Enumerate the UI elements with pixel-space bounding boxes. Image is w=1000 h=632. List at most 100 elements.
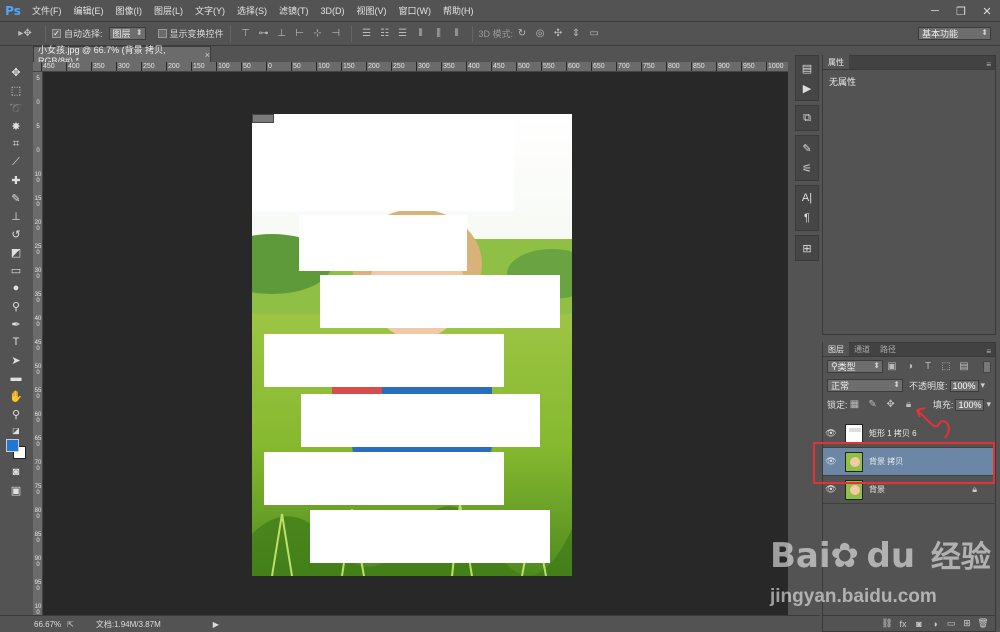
default-colors-icon[interactable]: ◪ — [5, 423, 27, 437]
lasso-tool-icon[interactable]: ➰ — [5, 99, 27, 117]
rotate-3d-icon[interactable]: ↻ — [516, 28, 528, 40]
crop-tool-icon[interactable]: ⌗ — [5, 135, 27, 153]
hand-tool-icon[interactable]: ✋ — [5, 387, 27, 405]
show-transform-checkbox[interactable] — [157, 29, 167, 38]
lock-position-icon[interactable]: ✥ — [885, 399, 897, 411]
dodge-tool-icon[interactable]: ⚲ — [5, 297, 27, 315]
slide-3d-icon[interactable]: ⇕ — [570, 28, 582, 40]
foreground-color-swatch[interactable] — [6, 439, 19, 452]
delete-layer-icon[interactable]: 🗑︎ — [975, 618, 991, 629]
move-tool-preset-icon[interactable]: ▸✥ — [14, 28, 36, 40]
screen-mode-icon[interactable]: ▣ — [5, 481, 27, 499]
chevron-down-icon[interactable]: ▾ — [986, 399, 991, 410]
lock-transparent-icon[interactable]: ▦ — [849, 399, 861, 411]
filter-adjustment-icon[interactable]: ◑ — [904, 361, 916, 373]
align-bottom-icon[interactable]: ⊥ — [276, 28, 288, 40]
zoom-tool-icon[interactable]: ⚲ — [5, 405, 27, 423]
menu-type[interactable]: 文字(Y) — [189, 4, 231, 17]
paragraph-panel-icon[interactable]: ¶ — [796, 208, 818, 228]
status-menu-arrow-icon[interactable]: ▶ — [213, 620, 219, 629]
zoom-level[interactable]: 66.67% — [34, 620, 61, 629]
menu-edit[interactable]: 编辑(E) — [68, 4, 110, 17]
move-tool-icon[interactable]: ✥ — [5, 63, 27, 81]
clone-source-panel-icon[interactable]: ⊞ — [796, 238, 818, 258]
adjustment-layer-icon[interactable]: ◑ — [927, 619, 943, 629]
align-left-icon[interactable]: ⊢ — [294, 28, 306, 40]
filter-kind-dropdown[interactable]: ⚲ 类型 — [827, 360, 883, 373]
tab-properties[interactable]: 属性 — [823, 55, 849, 69]
auto-select-option[interactable]: ✓ 自动选择: — [52, 27, 103, 40]
export-icon[interactable]: ⇱ — [67, 620, 74, 629]
pen-tool-icon[interactable]: ✒ — [5, 315, 27, 333]
distribute-right-icon[interactable]: ⦀ — [451, 28, 463, 40]
panel-menu-icon[interactable]: ≡ — [986, 347, 995, 356]
path-selection-tool-icon[interactable]: ➤ — [5, 351, 27, 369]
magic-wand-tool-icon[interactable]: ✸ — [5, 117, 27, 135]
show-transform-option[interactable]: 显示变换控件 — [157, 27, 224, 40]
eye-icon[interactable]: 👁︎ — [823, 484, 839, 495]
quick-mask-icon[interactable]: ◙ — [5, 463, 27, 481]
layer-style-icon[interactable]: fx — [895, 619, 911, 629]
menu-window[interactable]: 窗口(W) — [393, 4, 438, 17]
close-icon[interactable]: × — [205, 50, 210, 60]
auto-select-checkbox[interactable]: ✓ — [52, 29, 61, 38]
menu-layer[interactable]: 图层(L) — [148, 4, 189, 17]
filter-shape-icon[interactable]: ⬚ — [940, 361, 952, 373]
distribute-hcenter-icon[interactable]: ⫼ — [433, 28, 445, 40]
brush-tool-icon[interactable]: ✎ — [5, 189, 27, 207]
tab-paths[interactable]: 路径 — [875, 342, 901, 356]
rectangle-tool-icon[interactable]: ▬ — [5, 369, 27, 387]
restore-button[interactable]: ❐ — [948, 0, 974, 22]
drag-3d-icon[interactable]: ✣ — [552, 28, 564, 40]
eye-icon[interactable]: 👁︎ — [823, 428, 839, 439]
menu-filter[interactable]: 滤镜(T) — [273, 4, 315, 17]
canvas-area[interactable] — [43, 72, 788, 615]
align-vcenter-icon[interactable]: ⊶ — [258, 28, 270, 40]
document-image[interactable] — [252, 114, 572, 576]
lock-image-icon[interactable]: ✎ — [867, 399, 879, 411]
panel-menu-icon[interactable]: ≡ — [986, 60, 995, 69]
healing-brush-tool-icon[interactable]: ✚ — [5, 171, 27, 189]
close-button[interactable]: ✕ — [974, 0, 1000, 22]
layer-comps-panel-icon[interactable]: ⧉ — [796, 108, 818, 128]
menu-select[interactable]: 选择(S) — [231, 4, 273, 17]
align-top-icon[interactable]: ⊤ — [240, 28, 252, 40]
filter-type-icon[interactable]: T — [922, 361, 934, 373]
gradient-tool-icon[interactable]: ▭ — [5, 261, 27, 279]
distribute-bottom-icon[interactable]: ☰ — [397, 28, 409, 40]
distribute-left-icon[interactable]: ⦀ — [415, 28, 427, 40]
brush-presets-panel-icon[interactable]: ⚟ — [796, 158, 818, 178]
camera-3d-icon[interactable]: ▭ — [588, 28, 600, 40]
document-tab[interactable]: 小女孩.jpg @ 66.7% (背景 拷贝, RGB/8#) * × — [33, 45, 211, 66]
filter-smartobject-icon[interactable]: ▤ — [958, 361, 970, 373]
eyedropper-tool-icon[interactable]: ⟋ — [5, 153, 27, 171]
history-brush-tool-icon[interactable]: ↺ — [5, 225, 27, 243]
menu-view[interactable]: 视图(V) — [351, 4, 393, 17]
blend-mode-dropdown[interactable]: 正常 — [827, 379, 903, 392]
type-tool-icon[interactable]: T — [5, 333, 27, 351]
brush-panel-icon[interactable]: ✎ — [796, 138, 818, 158]
marquee-tool-icon[interactable]: ⬚ — [5, 81, 27, 99]
blur-tool-icon[interactable]: ● — [5, 279, 27, 297]
menu-image[interactable]: 图像(I) — [110, 4, 149, 17]
fill-input[interactable]: 100% — [955, 398, 985, 411]
menu-file[interactable]: 文件(F) — [26, 4, 68, 17]
align-right-icon[interactable]: ⊣ — [330, 28, 342, 40]
minimize-button[interactable]: ─ — [922, 0, 948, 22]
distribute-top-icon[interactable]: ☰ — [361, 28, 373, 40]
filter-pixel-icon[interactable]: ▣ — [886, 361, 898, 373]
distribute-vcenter-icon[interactable]: ☷ — [379, 28, 391, 40]
character-panel-icon[interactable]: A| — [796, 188, 818, 208]
add-mask-icon[interactable]: ◙ — [911, 619, 927, 629]
align-hcenter-icon[interactable]: ⊹ — [312, 28, 324, 40]
chevron-down-icon[interactable]: ▾ — [981, 380, 986, 391]
auto-select-target-dropdown[interactable]: 图层 — [108, 27, 146, 40]
workspace-dropdown[interactable]: 基本功能 — [918, 27, 991, 40]
tab-channels[interactable]: 通道 — [849, 342, 875, 356]
tab-layers[interactable]: 图层 — [823, 342, 849, 356]
menu-3d[interactable]: 3D(D) — [315, 6, 351, 16]
eraser-tool-icon[interactable]: ◩ — [5, 243, 27, 261]
history-panel-icon[interactable]: ▤ — [796, 58, 818, 78]
menu-help[interactable]: 帮助(H) — [437, 4, 480, 17]
actions-panel-icon[interactable]: ▶ — [796, 78, 818, 98]
